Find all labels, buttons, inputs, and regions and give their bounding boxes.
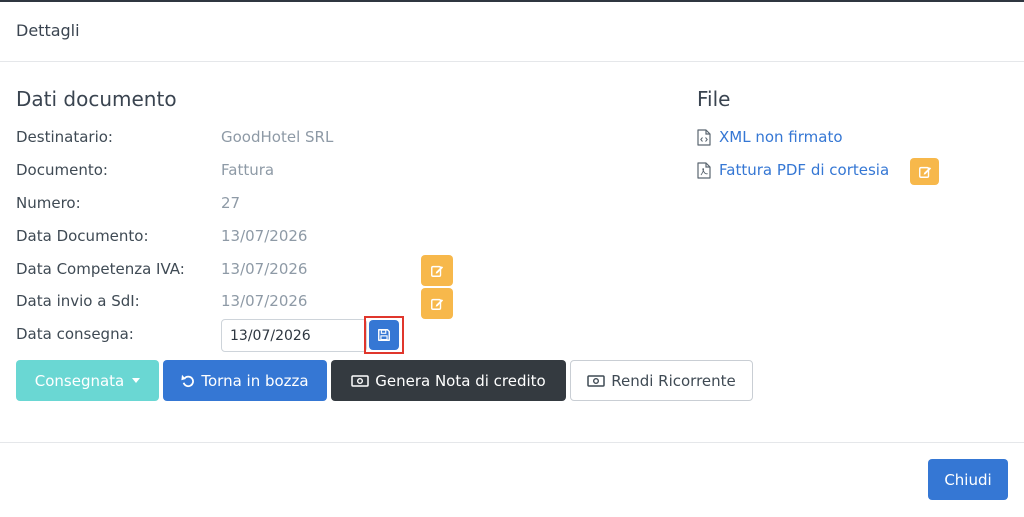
field-label-document-type: Documento: — [16, 161, 108, 179]
make-recurring-button[interactable]: Rendi Ricorrente — [570, 360, 753, 401]
field-label-recipient: Destinatario: — [16, 128, 113, 146]
edit-icon — [431, 265, 444, 277]
edit-sdi-date-button[interactable] — [421, 288, 453, 319]
credit-note-label: Genera Nota di credito — [375, 371, 546, 390]
edit-vat-date-button[interactable] — [421, 255, 453, 286]
save-delivery-date-button[interactable] — [369, 320, 399, 350]
edit-icon — [431, 298, 444, 310]
field-label-vat-date: Data Competenza IVA: — [16, 260, 185, 278]
modal-title: Dettagli — [16, 21, 80, 40]
status-dropdown-label: Consegnata — [34, 371, 125, 390]
status-dropdown-button[interactable]: Consegnata — [16, 360, 159, 401]
save-icon — [378, 329, 390, 341]
pdf-file-link[interactable]: Fattura PDF di cortesia — [719, 161, 889, 179]
edit-icon — [918, 166, 931, 178]
delivery-date-input[interactable] — [221, 319, 367, 352]
modal-header: Dettagli — [0, 2, 1024, 62]
field-value-number: 27 — [221, 194, 241, 212]
field-value-document-type: Fattura — [221, 161, 275, 179]
field-value-recipient: GoodHotel SRL — [221, 128, 334, 146]
back-to-draft-label: Torna in bozza — [201, 371, 309, 390]
xml-file-link[interactable]: XML non firmato — [719, 128, 843, 146]
field-label-sdi-date: Data invio a SdI: — [16, 292, 140, 310]
file-section-title: File — [697, 87, 731, 111]
money-bill-icon — [351, 374, 369, 387]
field-value-vat-date: 13/07/2026 — [221, 260, 308, 278]
caret-down-icon — [132, 378, 141, 383]
close-button-label: Chiudi — [944, 470, 992, 489]
field-value-sdi-date: 13/07/2026 — [221, 292, 308, 310]
field-label-document-date: Data Documento: — [16, 227, 149, 245]
file-code-icon — [697, 129, 711, 146]
file-pdf-icon — [697, 162, 711, 179]
undo-icon — [181, 374, 195, 387]
footer-divider — [0, 442, 1024, 443]
field-value-document-date: 13/07/2026 — [221, 227, 308, 245]
money-bill-icon — [587, 374, 605, 387]
edit-pdf-button[interactable] — [910, 158, 939, 185]
document-section-title: Dati documento — [16, 87, 177, 111]
credit-note-button[interactable]: Genera Nota di credito — [331, 360, 566, 401]
back-to-draft-button[interactable]: Torna in bozza — [163, 360, 327, 401]
close-button[interactable]: Chiudi — [928, 459, 1008, 500]
field-label-number: Numero: — [16, 194, 81, 212]
make-recurring-label: Rendi Ricorrente — [611, 371, 736, 390]
field-label-delivery-date: Data consegna: — [16, 325, 134, 343]
